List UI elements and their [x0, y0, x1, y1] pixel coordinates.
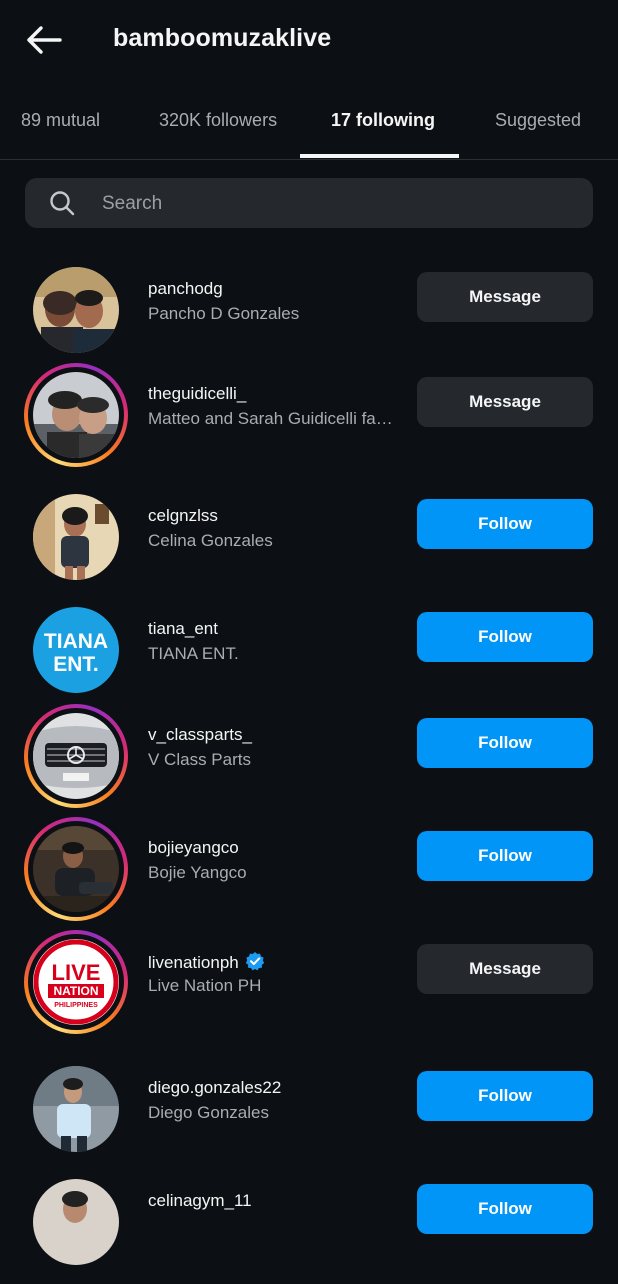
follow-button[interactable]: Follow [417, 831, 593, 881]
full-name: Diego Gonzales [148, 1103, 269, 1122]
active-tab-indicator [300, 154, 459, 158]
list-item[interactable]: theguidicelli_ Matteo and Sarah Guidicel… [0, 363, 618, 477]
search-input[interactable] [100, 178, 574, 230]
tab-followers[interactable]: 320K followers [159, 110, 277, 131]
username[interactable]: panchodg [148, 279, 223, 299]
list-item[interactable]: LIVE NATION PHILIPPINES livenationph Liv… [0, 930, 618, 1044]
logo-text: NATION [53, 984, 98, 998]
avatar-frame [24, 1057, 128, 1161]
username[interactable]: bojieyangco [148, 838, 239, 858]
full-name: V Class Parts [148, 750, 251, 769]
avatar[interactable]: TIANA ENT. [33, 607, 119, 693]
back-arrow-icon[interactable] [22, 22, 66, 58]
message-button[interactable]: Message [417, 944, 593, 994]
list-item[interactable]: bojieyangco Bojie Yangco Follow [0, 817, 618, 931]
story-ring[interactable] [24, 817, 128, 921]
username[interactable]: theguidicelli_ [148, 384, 246, 404]
full-name: Pancho D Gonzales [148, 304, 300, 323]
avatar-frame [24, 258, 128, 362]
logo-text: LIVE [52, 960, 101, 985]
tab-mutual[interactable]: 89 mutual [21, 110, 100, 131]
avatar-frame [24, 1170, 128, 1274]
avatar[interactable] [33, 713, 119, 799]
logo-text: PHILIPPINES [54, 1002, 98, 1009]
username[interactable]: v_classparts_ [148, 725, 252, 745]
search-icon [49, 190, 75, 216]
list-item[interactable]: TIANA ENT. tiana_ent TIANA ENT. Follow [0, 599, 618, 712]
list-item[interactable]: panchodg Pancho D Gonzales Message [0, 259, 618, 372]
story-ring[interactable] [24, 363, 128, 467]
verified-badge-icon [245, 951, 265, 971]
profile-username-title: bamboomuzaklive [113, 24, 332, 52]
username[interactable]: livenationph [148, 951, 265, 973]
full-name: Celina Gonzales [148, 531, 273, 550]
list-item[interactable]: celinagym_11 Follow [0, 1171, 618, 1284]
list-item[interactable]: diego.gonzales22 Diego Gonzales Follow [0, 1058, 618, 1171]
message-button[interactable]: Message [417, 377, 593, 427]
search-bar[interactable] [25, 178, 593, 230]
follow-button[interactable]: Follow [417, 612, 593, 662]
follow-button[interactable]: Follow [417, 1184, 593, 1234]
avatar[interactable] [33, 826, 119, 912]
full-name: Matteo and Sarah Guidicelli fa… [148, 409, 393, 428]
follow-tabs: 89 mutual 320K followers 17 following Su… [0, 95, 618, 160]
avatar-frame: TIANA ENT. [24, 598, 128, 702]
username[interactable]: celinagym_11 [148, 1191, 252, 1211]
avatar[interactable] [33, 372, 119, 458]
avatar[interactable]: LIVE NATION PHILIPPINES [33, 939, 119, 1025]
follow-button[interactable]: Follow [417, 1071, 593, 1121]
full-name: Live Nation PH [148, 976, 262, 995]
logo-text: TIANA [44, 630, 108, 653]
tab-following[interactable]: 17 following [331, 110, 435, 131]
message-button[interactable]: Message [417, 272, 593, 322]
avatar[interactable] [33, 494, 119, 580]
username-text[interactable]: livenationph [148, 953, 239, 972]
avatar[interactable] [33, 1066, 119, 1152]
follow-button[interactable]: Follow [417, 499, 593, 549]
follow-button[interactable]: Follow [417, 718, 593, 768]
username[interactable]: diego.gonzales22 [148, 1078, 281, 1098]
tab-suggested[interactable]: Suggested [495, 110, 581, 131]
list-item[interactable]: celgnzlss Celina Gonzales Follow [0, 486, 618, 599]
top-bar: bamboomuzaklive [0, 0, 618, 80]
story-ring[interactable] [24, 704, 128, 808]
avatar-frame [24, 485, 128, 589]
list-item[interactable]: v_classparts_ V Class Parts Follow [0, 704, 618, 818]
logo-text: ENT. [53, 653, 99, 676]
avatar[interactable] [33, 267, 119, 353]
full-name: Bojie Yangco [148, 863, 247, 882]
full-name: TIANA ENT. [148, 644, 239, 663]
story-ring[interactable]: LIVE NATION PHILIPPINES [24, 930, 128, 1034]
username[interactable]: celgnzlss [148, 506, 218, 526]
username[interactable]: tiana_ent [148, 619, 218, 639]
avatar[interactable] [33, 1179, 119, 1265]
